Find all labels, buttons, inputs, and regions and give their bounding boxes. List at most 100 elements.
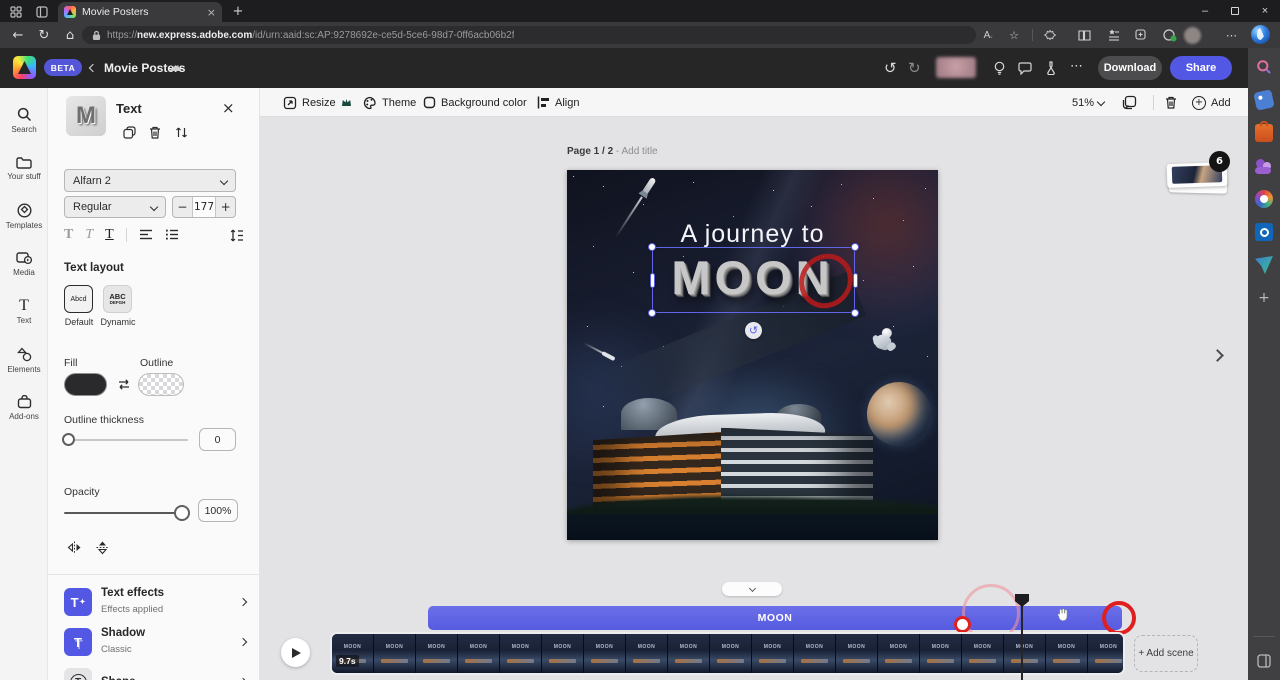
filmstrip-frame[interactable]: MOON	[626, 634, 667, 673]
comments-icon[interactable]	[1017, 60, 1033, 76]
sidebar-item-your-stuff[interactable]: Your stuff	[0, 144, 48, 192]
bold-icon[interactable]: T	[64, 227, 73, 243]
reading-list-icon[interactable]	[1074, 26, 1094, 44]
new-tab-icon[interactable]: +	[230, 3, 246, 19]
pages-stack[interactable]: 6	[1165, 155, 1235, 203]
filmstrip-frame[interactable]: MOON	[542, 634, 583, 673]
filmstrip[interactable]: MOONMOONMOONMOONMOONMOONMOONMOONMOONMOON…	[330, 632, 1125, 675]
shopping-icon[interactable]	[1160, 26, 1180, 44]
opacity-slider[interactable]	[64, 512, 182, 514]
tab-actions-icon[interactable]	[34, 4, 49, 19]
favorite-star-icon[interactable]: ☆	[1004, 26, 1024, 44]
selection-handle-nw[interactable]	[648, 243, 656, 251]
filmstrip-frame[interactable]: MOON	[794, 634, 835, 673]
filmstrip-frame[interactable]: MOON	[878, 634, 919, 673]
timeline-collapse-button[interactable]	[722, 582, 782, 596]
delete-page-button[interactable]	[1165, 88, 1177, 117]
tab-groups-icon[interactable]	[1131, 26, 1151, 44]
sidebar-item-media[interactable]: Media	[0, 240, 48, 288]
filmstrip-frame[interactable]: MOON	[710, 634, 751, 673]
favorites-list-icon[interactable]	[1103, 26, 1123, 44]
page-label[interactable]: Page 1 / 2 - Add title	[567, 146, 658, 157]
font-family-select[interactable]: Alfarn 2	[64, 169, 236, 192]
panel-close-icon[interactable]: ×	[222, 99, 235, 117]
browser-tab[interactable]: Movie Posters ×	[58, 2, 222, 22]
tab-close-icon[interactable]: ×	[207, 6, 216, 19]
sidebar-item-elements[interactable]: Elements	[0, 336, 48, 384]
font-size-value[interactable]: 177	[193, 197, 216, 217]
delete-icon[interactable]	[147, 124, 163, 140]
outline-thickness-slider[interactable]	[64, 439, 188, 441]
home-icon[interactable]: ⌂	[57, 28, 83, 43]
text-effects-row[interactable]: T✦ Text effects Effects applied	[64, 585, 246, 619]
page-view-button[interactable]	[1122, 88, 1137, 117]
align-text-icon[interactable]	[139, 229, 153, 241]
add-page-button[interactable]: + Add	[1192, 88, 1231, 117]
sidebar-item-search[interactable]: Search	[0, 96, 48, 144]
sidebar-tools-icon[interactable]	[1255, 124, 1273, 142]
filmstrip-frame[interactable]: MOON	[332, 634, 373, 673]
plus-icon[interactable]: +	[215, 197, 235, 217]
font-weight-select[interactable]: Regular	[64, 196, 166, 218]
window-minimize-button[interactable]: –	[1190, 0, 1220, 22]
filmstrip-frame[interactable]: MOON	[1004, 634, 1045, 673]
filmstrip-frame[interactable]: MOON	[374, 634, 415, 673]
tips-lightbulb-icon[interactable]	[991, 60, 1007, 76]
resize-button[interactable]: Resize	[283, 88, 352, 117]
share-button[interactable]: Share	[1170, 56, 1232, 80]
zoom-control[interactable]: 51%	[1072, 88, 1104, 117]
undo-icon[interactable]: ↺	[884, 59, 897, 77]
sidebar-item-templates[interactable]: Templates	[0, 192, 48, 240]
minus-icon[interactable]: −	[173, 197, 193, 217]
sidebar-item-add-ons[interactable]: Add-ons	[0, 384, 48, 432]
browser-menu-icon[interactable]: ⋯	[1222, 26, 1242, 44]
play-button[interactable]	[281, 638, 310, 667]
layer-order-icon[interactable]	[173, 124, 189, 140]
more-options-icon[interactable]: ⋯	[1070, 59, 1084, 74]
sidebar-people-icon[interactable]	[1255, 157, 1273, 175]
adobe-express-logo[interactable]	[13, 56, 36, 79]
filmstrip-frame[interactable]: MOON	[584, 634, 625, 673]
extension-icon[interactable]	[1040, 26, 1060, 44]
shape-row[interactable]: T Shape	[64, 665, 246, 680]
address-bar[interactable]: https://new.express.adobe.com/id/urn:aai…	[82, 26, 976, 44]
window-close-button[interactable]: ×	[1250, 0, 1280, 22]
background-color-button[interactable]: Background color	[423, 88, 527, 117]
sidebar-search-icon[interactable]	[1255, 58, 1273, 76]
selection-handle-w[interactable]	[650, 273, 655, 288]
profile-avatar[interactable]	[1184, 27, 1201, 44]
flip-vertical-icon[interactable]	[94, 540, 111, 555]
next-page-chevron[interactable]	[1211, 349, 1224, 362]
download-button[interactable]: Download	[1098, 56, 1162, 80]
filmstrip-frame[interactable]: MOON	[920, 634, 961, 673]
back-icon[interactable]: ←	[5, 28, 31, 43]
filmstrip-frame[interactable]: MOON	[1046, 634, 1087, 673]
filmstrip-frame[interactable]: MOON	[1088, 634, 1125, 673]
sidebar-panel-icon[interactable]	[1255, 652, 1273, 670]
underline-icon[interactable]: T	[105, 227, 114, 243]
filmstrip-frame[interactable]: MOON	[836, 634, 877, 673]
refresh-icon[interactable]: ↻	[31, 28, 57, 43]
fill-swatch[interactable]	[64, 373, 107, 396]
line-spacing-icon[interactable]	[230, 229, 244, 242]
poster-subtitle-text[interactable]: A journey to	[567, 220, 938, 249]
layout-default-button[interactable]: Abcd	[64, 285, 93, 313]
sidebar-item-text[interactable]: T Text	[0, 288, 48, 336]
swap-fill-outline-icon[interactable]	[116, 376, 132, 392]
outline-swatch[interactable]	[138, 373, 184, 396]
sidebar-designer-icon[interactable]	[1255, 190, 1273, 208]
filmstrip-frame[interactable]: MOON	[500, 634, 541, 673]
poster-page[interactable]: A journey to MOON	[567, 170, 938, 540]
sidebar-shopping-icon[interactable]	[1253, 89, 1274, 110]
selection-handle-e[interactable]	[853, 273, 858, 288]
selection-handle-sw[interactable]	[648, 309, 656, 317]
filmstrip-frame[interactable]: MOON	[752, 634, 793, 673]
shadow-row[interactable]: TT Shadow Classic	[64, 625, 246, 659]
flip-horizontal-icon[interactable]	[66, 540, 83, 555]
selection-handle-se[interactable]	[851, 309, 859, 317]
align-button[interactable]: Align	[537, 88, 579, 117]
selection-handle-ne[interactable]	[851, 243, 859, 251]
filmstrip-frame[interactable]: MOON	[668, 634, 709, 673]
sidebar-add-icon[interactable]: +	[1255, 289, 1273, 307]
window-maximize-button[interactable]	[1220, 0, 1250, 22]
